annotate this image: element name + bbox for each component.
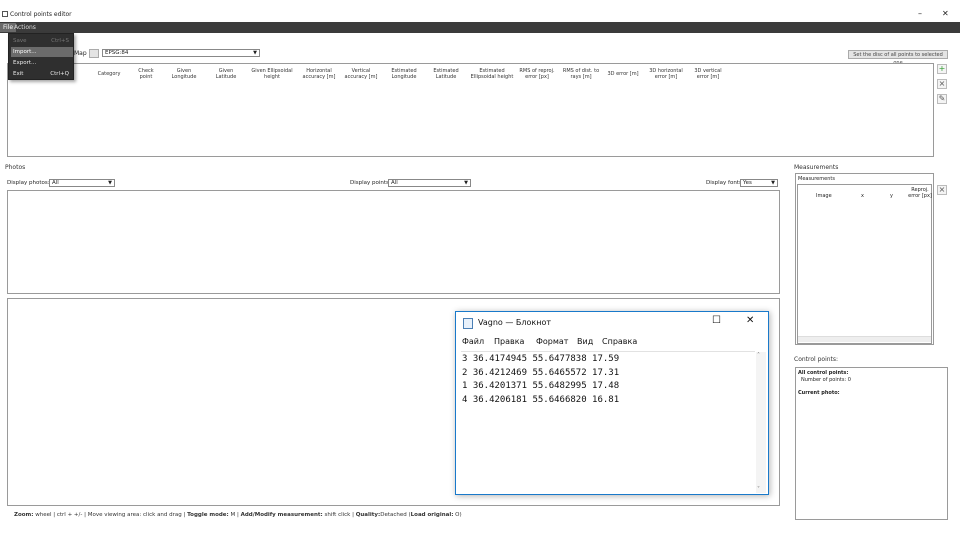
- status-toggle-text: M |: [228, 512, 241, 518]
- summary-current-photo-label: Current photo:: [798, 390, 840, 396]
- menu-bar: File Actions: [0, 22, 960, 33]
- app-icon: [2, 11, 8, 17]
- edit-point-icon[interactable]: ✎: [937, 94, 947, 104]
- col-header-3d-vertical-error[interactable]: 3D vertical error [m]: [690, 68, 726, 80]
- summary-section-label: Control points:: [794, 356, 839, 363]
- map-select-value: EPSG:84: [105, 50, 129, 56]
- map-select[interactable]: EPSG:84 ▼: [102, 49, 260, 57]
- display-points-label: Display points:: [350, 180, 391, 186]
- status-zoom-text: wheel | ctrl + +/- | Move viewing area:: [33, 512, 142, 518]
- col-header-estimated-ellipsoidal-height[interactable]: Estimated Ellipsoidal height: [470, 68, 514, 80]
- status-load-text: O): [453, 512, 462, 518]
- status-move-text: click and drag |: [141, 512, 188, 518]
- chevron-down-icon: ▼: [253, 50, 257, 56]
- col-header-estimated-longitude[interactable]: Estimated Longitude: [386, 68, 422, 80]
- notepad-vertical-scrollbar[interactable]: ˄ ˅: [756, 352, 766, 493]
- col-header-vertical-accuracy[interactable]: Vertical accuracy [m]: [343, 68, 379, 80]
- menu-actions[interactable]: Actions: [11, 23, 39, 32]
- status-load-label: Load original:: [410, 512, 454, 518]
- minimize-button[interactable]: –: [918, 9, 922, 18]
- col-header-horizontal-accuracy[interactable]: Horizontal accuracy [m]: [300, 68, 338, 80]
- status-add-label: Add/Modify measurement:: [240, 512, 323, 518]
- display-fonts-select[interactable]: Yes ▼: [740, 179, 778, 187]
- display-fonts-value: Yes: [743, 180, 752, 186]
- photos-section-label: Photos: [5, 164, 26, 171]
- measurements-table[interactable]: [797, 184, 932, 344]
- menu-item-import-label: Import...: [13, 49, 37, 55]
- col-header-estimated-latitude[interactable]: Estimated Latitude: [428, 68, 464, 80]
- col-header-check-point[interactable]: Check point: [133, 68, 159, 80]
- meas-header-image[interactable]: Image: [816, 193, 832, 199]
- notepad-menu-edit[interactable]: Правка: [494, 337, 524, 346]
- col-header-given-ellipsoidal-height[interactable]: Given Ellipsoidal height: [250, 68, 294, 80]
- menu-item-exit[interactable]: Exit Ctrl+Q: [11, 69, 73, 79]
- notepad-title: Vagno — Блокнот: [478, 318, 551, 327]
- notepad-icon: [463, 318, 473, 329]
- menu-item-export-label: Export...: [13, 60, 37, 66]
- map-label: Map: [74, 50, 87, 57]
- menu-item-save-label: Save: [13, 38, 27, 44]
- display-points-value: All: [391, 180, 398, 186]
- scroll-up-icon[interactable]: ˄: [757, 352, 760, 359]
- scroll-down-icon[interactable]: ˅: [757, 486, 760, 493]
- status-quality-text: Detached (: [380, 512, 411, 518]
- notepad-text-area[interactable]: 3 36.4174945 55.6477838 17.59 2 36.42124…: [461, 351, 755, 489]
- chevron-down-icon: ▼: [108, 180, 112, 186]
- notepad-menu-help[interactable]: Справка: [602, 337, 637, 346]
- notepad-close-button[interactable]: ✕: [746, 315, 754, 326]
- menu-item-exit-label: Exit: [13, 71, 24, 77]
- col-header-3d-horizontal-error[interactable]: 3D horizontal error [m]: [646, 68, 686, 80]
- status-toggle-label: Toggle mode:: [187, 512, 229, 518]
- menu-item-export[interactable]: Export...: [11, 58, 73, 68]
- photos-thumbnail-panel[interactable]: [7, 190, 780, 294]
- display-points-select[interactable]: All ▼: [388, 179, 471, 187]
- measurements-sub-label: Measurements: [798, 176, 835, 182]
- file-menu-dropdown: Save Ctrl+S Import... Export... Exit Ctr…: [8, 33, 74, 80]
- col-header-rms-dist-to-rays[interactable]: RMS of dist. to rays [m]: [562, 68, 600, 80]
- measurements-horizontal-scrollbar[interactable]: [798, 336, 931, 342]
- chevron-down-icon: ▼: [771, 180, 775, 186]
- notepad-line: 4 36.4206181 55.6466820 16.81: [462, 394, 620, 405]
- display-fonts-label: Display fonts:: [706, 180, 744, 186]
- notepad-window[interactable]: Vagno — Блокнот ☐ ✕ Файл Правка Формат В…: [455, 311, 769, 495]
- status-zoom-label: Zoom:: [14, 512, 34, 518]
- meas-header-x[interactable]: x: [861, 193, 864, 199]
- display-photos-label: Display photos:: [7, 180, 50, 186]
- status-add-text: shift click |: [322, 512, 356, 518]
- col-header-category[interactable]: Category: [94, 71, 124, 77]
- menu-item-save-shortcut: Ctrl+S: [51, 38, 69, 44]
- status-quality-label: Quality:: [355, 512, 381, 518]
- close-window-button[interactable]: ✕: [942, 9, 949, 18]
- notepad-menu-file[interactable]: Файл: [462, 337, 484, 346]
- notepad-maximize-button[interactable]: ☐: [712, 315, 721, 326]
- remove-point-icon[interactable]: ×: [937, 79, 947, 89]
- notepad-menu-format[interactable]: Формат: [536, 337, 568, 346]
- notepad-line: 2 36.4212469 55.6465572 17.31: [462, 367, 620, 378]
- add-point-icon[interactable]: +: [937, 64, 947, 74]
- measurements-section-label: Measurements: [794, 164, 839, 171]
- set-disc-button[interactable]: Set the disc of all points to selected o…: [848, 50, 948, 66]
- col-header-rms-reproj-error[interactable]: RMS of reproj. error [px]: [518, 68, 556, 80]
- meas-header-reproj-error[interactable]: Reproj. error [px]: [908, 187, 932, 205]
- notepad-line: 3 36.4174945 55.6477838 17.59: [462, 354, 620, 364]
- menu-item-save[interactable]: Save Ctrl+S: [11, 36, 73, 46]
- window-title: Control points editor: [10, 11, 72, 18]
- col-header-given-latitude[interactable]: Given Latitude: [210, 68, 242, 80]
- window-title-bar: Control points editor – ✕: [0, 8, 960, 22]
- summary-all-label: All control points:: [798, 370, 849, 376]
- col-header-given-longitude[interactable]: Given Longitude: [167, 68, 201, 80]
- col-header-3d-error[interactable]: 3D error [m]: [606, 71, 640, 77]
- menu-item-exit-shortcut: Ctrl+Q: [50, 71, 69, 77]
- meas-header-y[interactable]: y: [890, 193, 893, 199]
- display-photos-value: All: [52, 180, 59, 186]
- summary-number-of-points: Number of points: 0: [801, 377, 851, 383]
- menu-item-import[interactable]: Import...: [11, 47, 73, 57]
- display-photos-select[interactable]: All ▼: [49, 179, 115, 187]
- notepad-line: 1 36.4201371 55.6482995 17.48: [462, 381, 620, 391]
- map-settings-button[interactable]: [89, 49, 99, 58]
- chevron-down-icon: ▼: [464, 180, 468, 186]
- remove-measurement-icon[interactable]: ×: [937, 185, 947, 195]
- notepad-menu-view[interactable]: Вид: [577, 337, 593, 346]
- status-bar: Zoom: wheel | ctrl + +/- | Move viewing …: [0, 509, 790, 521]
